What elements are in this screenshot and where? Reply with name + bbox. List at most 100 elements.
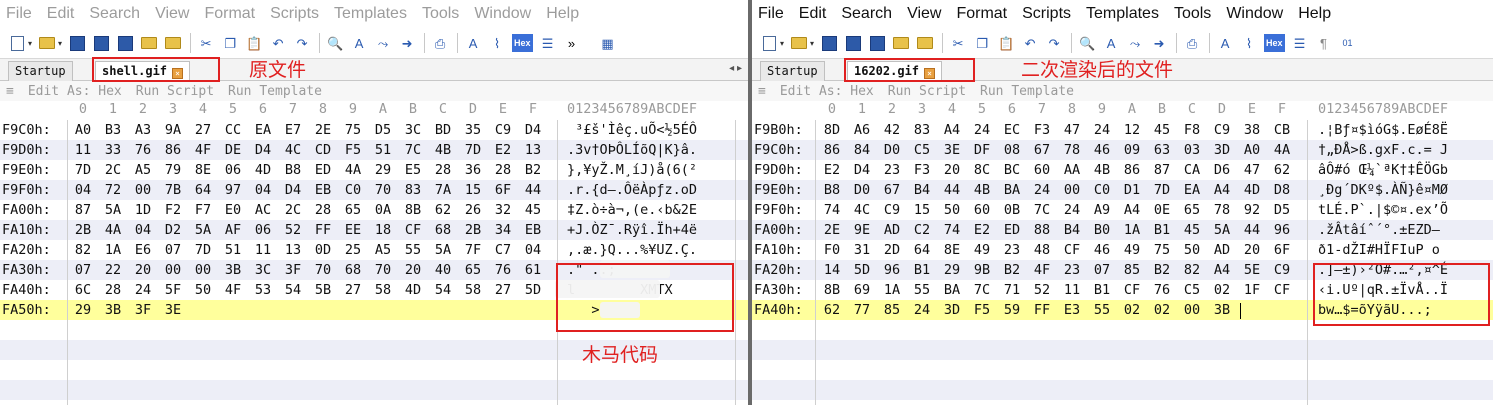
hex-byte[interactable]: 8E	[942, 240, 962, 260]
hex-byte[interactable]: 04	[133, 220, 153, 240]
hex-byte[interactable]: 6F	[1272, 240, 1292, 260]
collapse-icon[interactable]: ≡	[6, 84, 14, 99]
hex-byte[interactable]: 50	[942, 200, 962, 220]
hex-byte[interactable]: D4	[852, 160, 872, 180]
font-icon[interactable]: A	[1216, 34, 1234, 52]
hex-byte[interactable]: 58	[373, 280, 393, 300]
hex-byte[interactable]: 8B	[403, 200, 423, 220]
hex-byte[interactable]: 3F	[283, 260, 303, 280]
hex-byte[interactable]: 5A	[103, 200, 123, 220]
print-icon[interactable]: ⎙	[431, 34, 449, 52]
hex-byte[interactable]: C9	[1272, 260, 1292, 280]
hex-byte[interactable]: A5	[133, 160, 153, 180]
hex-byte[interactable]: B8	[283, 160, 303, 180]
tab-scroll-arrows[interactable]: ◂ ▸	[729, 63, 742, 74]
hex-byte[interactable]: 46	[1092, 140, 1112, 160]
copy-icon[interactable]: ❐	[973, 34, 991, 52]
hex-byte[interactable]: 06	[253, 220, 273, 240]
hex-byte[interactable]: 1A	[103, 240, 123, 260]
hex-byte[interactable]: 11	[253, 240, 273, 260]
hex-byte[interactable]: CA	[1182, 160, 1202, 180]
hex-byte[interactable]: 00	[133, 180, 153, 200]
hex-byte[interactable]: A4	[1212, 180, 1232, 200]
hex-byte[interactable]: 34	[493, 220, 513, 240]
hex-byte[interactable]: 1A	[1122, 220, 1142, 240]
hex-byte[interactable]: 27	[493, 280, 513, 300]
hex-byte[interactable]: B2	[523, 160, 543, 180]
hex-byte[interactable]: C9	[493, 120, 513, 140]
save-as-icon[interactable]	[844, 34, 862, 52]
hex-byte[interactable]: 49	[1122, 240, 1142, 260]
hex-byte[interactable]: 20	[403, 260, 423, 280]
hex-byte[interactable]: 23	[1062, 260, 1082, 280]
hex-byte[interactable]: B1	[912, 260, 932, 280]
new-file-icon[interactable]	[760, 34, 778, 52]
hex-byte[interactable]: C5	[912, 140, 932, 160]
ascii-text[interactable]: âÔ#ó Œ¼`ªK†‡ÊÖGb	[1318, 160, 1448, 180]
hex-byte[interactable]: 32	[493, 200, 513, 220]
hex-byte[interactable]: CB	[1272, 120, 1292, 140]
hex-byte[interactable]: 7D	[1152, 180, 1172, 200]
hex-byte[interactable]: 45	[1152, 120, 1172, 140]
dropdown-arrow-icon[interactable]: ▾	[58, 39, 62, 48]
hex-byte[interactable]: 24	[1092, 120, 1112, 140]
hex-byte[interactable]: 44	[1242, 220, 1262, 240]
hex-byte[interactable]: 24	[972, 120, 992, 140]
hex-byte[interactable]: 48	[1032, 240, 1052, 260]
hex-byte[interactable]: 26	[463, 200, 483, 220]
hex-byte[interactable]: 5D	[523, 280, 543, 300]
redo-icon[interactable]: ↷	[293, 34, 311, 52]
hex-byte[interactable]: 4D	[1242, 180, 1262, 200]
save-icon[interactable]	[68, 34, 86, 52]
hex-byte[interactable]: 3E	[942, 140, 962, 160]
print-icon[interactable]: ⎙	[1183, 34, 1201, 52]
hex-byte[interactable]: 2B	[463, 220, 483, 240]
hex-byte[interactable]: A6	[852, 120, 872, 140]
hex-byte[interactable]: 7C	[972, 280, 992, 300]
hex-byte[interactable]: A4	[1212, 260, 1232, 280]
find-icon[interactable]: 🔍	[326, 34, 344, 52]
hex-byte[interactable]: 64	[912, 240, 932, 260]
hex-byte[interactable]: 5F	[163, 280, 183, 300]
hex-byte[interactable]: F0	[822, 240, 842, 260]
hex-byte[interactable]: 67	[882, 180, 902, 200]
hex-byte[interactable]: 23	[1002, 240, 1022, 260]
hex-byte[interactable]: 15	[912, 200, 932, 220]
hex-byte[interactable]: AC	[253, 200, 273, 220]
hex-byte[interactable]: CF	[403, 220, 423, 240]
hex-byte[interactable]: 03	[1182, 140, 1202, 160]
hex-byte[interactable]: 5B	[313, 280, 333, 300]
hex-byte[interactable]: 44	[523, 180, 543, 200]
hex-icon[interactable]: Hex	[512, 34, 533, 52]
hex-byte[interactable]: 8C	[972, 160, 992, 180]
hex-byte[interactable]: 15	[463, 180, 483, 200]
hex-byte[interactable]: 09	[1122, 140, 1142, 160]
menu-scripts[interactable]: Scripts	[1022, 5, 1071, 23]
hex-byte[interactable]: B3	[103, 120, 123, 140]
hex-byte[interactable]: CF	[1062, 240, 1082, 260]
hex-byte[interactable]: 45	[523, 200, 543, 220]
paste-icon[interactable]: 📋	[997, 34, 1015, 52]
hex-byte[interactable]: FF	[313, 220, 333, 240]
tab-startup[interactable]: Startup	[8, 61, 73, 81]
menu-file[interactable]: File	[6, 5, 32, 23]
hex-byte[interactable]: DE	[223, 140, 243, 160]
hex-byte[interactable]: 4F	[193, 140, 213, 160]
paste-icon[interactable]: 📋	[245, 34, 263, 52]
hex-byte[interactable]: C5	[1182, 280, 1202, 300]
ascii-text[interactable]: tLÉ.P`.|$©¤.ex’Õ	[1318, 200, 1448, 220]
hex-byte[interactable]: 3E	[163, 300, 183, 320]
hex-byte[interactable]: 55	[403, 240, 423, 260]
menu-window[interactable]: Window	[474, 5, 531, 23]
hex-byte[interactable]: 4D	[403, 280, 423, 300]
find-in-files-icon[interactable]: ⤳	[374, 34, 392, 52]
hex-byte[interactable]: 4D	[253, 160, 273, 180]
ascii-text[interactable]: .3v†OÞÔLÍõQ|K}â.	[567, 140, 697, 160]
hex-byte[interactable]: 8E	[193, 160, 213, 180]
hex-byte[interactable]: C0	[343, 180, 363, 200]
hex-byte[interactable]: 4A	[103, 220, 123, 240]
run-script-dropdown[interactable]: Run Script	[136, 84, 214, 99]
hex-byte[interactable]: 36	[463, 160, 483, 180]
hex-byte[interactable]: D5	[373, 120, 393, 140]
hex-byte[interactable]: 51	[223, 240, 243, 260]
